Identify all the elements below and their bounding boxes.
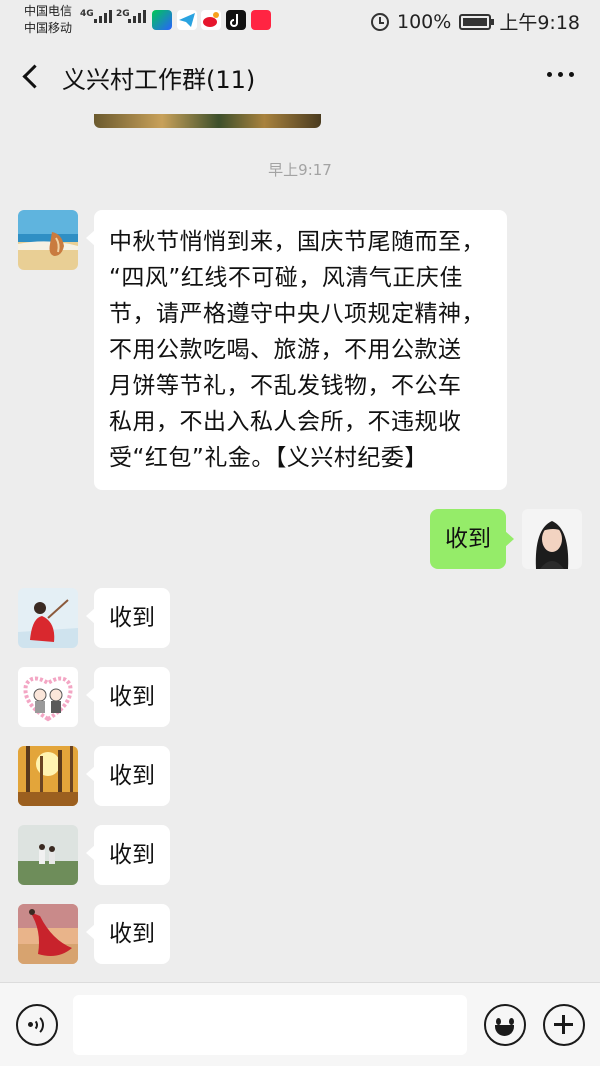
avatar-girl-red[interactable] [18,588,78,648]
message-line: 节，请严格遵守中央八项规定精神， [109,301,485,327]
message-line: 月饼等节礼，不乱发钱物，不公车 [109,373,462,399]
signal-icon [128,10,146,23]
signal-icon [94,10,112,23]
tiktok-icon [226,10,246,30]
message-line: 受“红包”礼金。【义兴村纪委】 [109,445,428,471]
previous-image-message[interactable] [94,114,321,128]
message-line: 私用，不出入私人会所，不违规收 [109,409,462,435]
battery-icon [459,13,495,30]
message-bubble[interactable]: 收到 [86,904,170,964]
avatar-cartoon-couple[interactable] [18,667,78,727]
carrier-1: 中国电信 [24,4,73,18]
avatar-self[interactable] [522,509,582,569]
telegram-icon [177,10,197,30]
chat-title: 义兴村工作群(11) [62,66,256,94]
back-arrow-icon[interactable] [18,62,48,92]
iqiyi-icon [152,10,172,30]
message-list[interactable]: 早上9:17 中秋节悄悄到来，国庆节尾随而至， “四风”红线不可碰，风清气正庆佳… [0,114,600,982]
status-bar: 中国电信 中国移动 4G 2G 100% 上午9:18 [0,0,600,40]
status-right: 100% 上午9:18 [371,8,580,35]
carrier-info: 中国电信 中国移动 [24,3,72,37]
chat-input-bar [0,982,600,1066]
message-line: 中秋节悄悄到来，国庆节尾随而至， [109,229,485,255]
xiaohongshu-icon [251,10,271,30]
message-bubble[interactable]: 收到 [86,588,170,648]
message-bubble-self[interactable]: 收到 [430,509,514,569]
message-bubble[interactable]: 收到 [86,746,170,806]
message-text: 收到 [109,763,155,789]
add-more-icon[interactable] [543,1004,585,1046]
message-text: 收到 [109,842,155,868]
alarm-icon [371,12,389,31]
message-text: 收到 [445,526,491,552]
avatar-couple-field[interactable] [18,825,78,885]
chat-header: 义兴村工作群(11) [0,40,600,114]
network-type-1: 4G [80,9,94,19]
message-bubble[interactable]: 收到 [86,667,170,727]
battery-percent: 100% [397,10,452,33]
avatar-autumn-forest[interactable] [18,746,78,806]
avatar-beach-shell[interactable] [18,210,78,270]
message-text: 收到 [109,921,155,947]
message-timestamp: 早上9:17 [268,161,332,179]
avatar-red-dress-beach[interactable] [18,904,78,964]
message-line: 不用公款吃喝、旅游，不用公款送 [109,337,462,363]
message-text: 收到 [109,605,155,631]
message-bubble[interactable]: 中秋节悄悄到来，国庆节尾随而至， “四风”红线不可碰，风清气正庆佳 节，请严格遵… [86,210,507,490]
message-input[interactable] [73,995,467,1055]
more-options-icon[interactable] [547,72,574,77]
message-line: “四风”红线不可碰，风清气正庆佳 [109,265,463,291]
message-bubble[interactable]: 收到 [86,825,170,885]
clock: 上午9:18 [499,12,580,34]
sina-weibo-icon [201,10,221,30]
battery-fill [463,17,488,26]
emoji-icon[interactable] [484,1004,526,1046]
message-text: 收到 [109,684,155,710]
voice-input-icon[interactable] [16,1004,58,1046]
carrier-2: 中国移动 [24,21,73,35]
